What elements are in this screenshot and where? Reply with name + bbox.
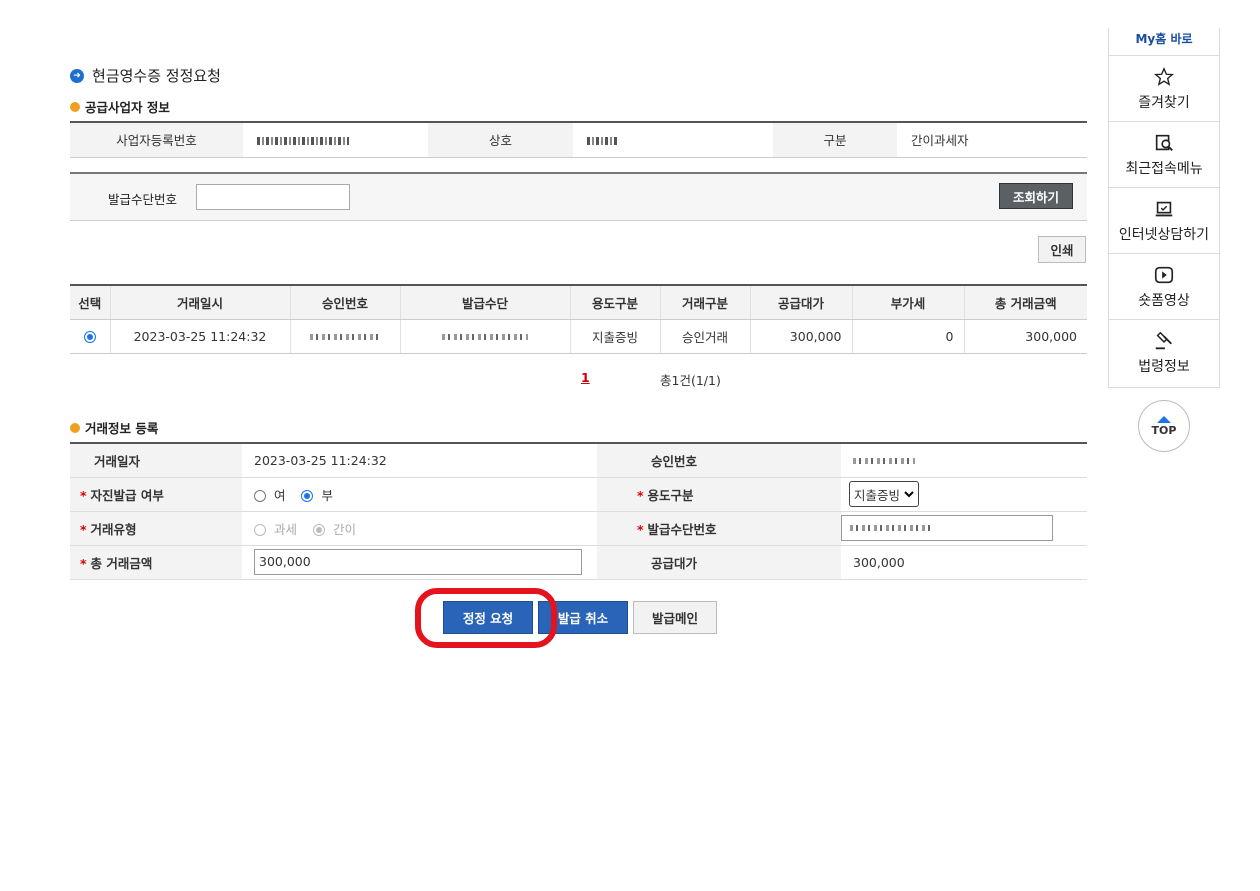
col-approval-no: 승인번호 <box>289 285 400 320</box>
trade-type-simple-radio[interactable] <box>312 524 325 536</box>
chevron-down-icon <box>904 491 914 498</box>
biz-no-value <box>243 122 428 158</box>
row-issue-method <box>399 319 570 354</box>
issue-no-label: * 발급수단번호 <box>597 511 841 546</box>
issue-main-button[interactable]: 발급메인 <box>633 601 717 634</box>
sidebar-item-online-consult[interactable]: 인터넷상담하기 <box>1109 188 1219 254</box>
company-name-value <box>573 122 773 158</box>
row-select-cell <box>70 319 110 354</box>
row-trade-type: 승인거래 <box>659 319 750 354</box>
issue-no-cell <box>841 511 1087 546</box>
highlight-annotation <box>415 588 557 648</box>
arrow-up-icon <box>1157 415 1171 423</box>
recent-menu-icon <box>1155 134 1173 151</box>
bullet-icon <box>70 422 80 433</box>
usage-select[interactable]: 지출증빙 <box>849 481 920 507</box>
page-summary: 총1건(1/1) <box>660 373 721 388</box>
total-amount-label: * 총 거래금액 <box>70 545 242 580</box>
transaction-list-table: 선택 거래일시 승인번호 발급수단 용도구분 거래구분 공급대가 부가세 총 거… <box>70 284 1087 354</box>
col-supply: 공급대가 <box>749 285 852 320</box>
page-link-1[interactable]: 1 <box>581 370 590 385</box>
row-datetime: 2023-03-25 11:24:32 <box>109 319 290 354</box>
sidebar-item-shortform[interactable]: 숏폼영상 <box>1109 254 1219 320</box>
trade-date-label: 거래일자 <box>70 443 242 478</box>
col-total: 총 거래금액 <box>963 285 1087 320</box>
laptop-icon <box>1155 201 1173 216</box>
search-button[interactable]: 조회하기 <box>999 183 1073 209</box>
row-total: 300,000 <box>963 319 1087 354</box>
page-title-text: 현금영수증 정정요청 <box>92 67 221 85</box>
col-datetime: 거래일시 <box>109 285 290 320</box>
bullet-icon <box>70 101 80 112</box>
usage-cell: 지출증빙 <box>841 477 1087 512</box>
trade-date-value: 2023-03-25 11:24:32 <box>242 443 597 478</box>
self-issue-no-label: 부 <box>321 487 333 503</box>
row-usage: 지출증빙 <box>569 319 660 354</box>
page-title: ➜ 현금영수증 정정요청 <box>70 65 221 86</box>
table-row: 2023-03-25 11:24:32 지출증빙 승인거래 300,000 0 … <box>70 319 1087 354</box>
biz-type-label: 구분 <box>773 122 897 158</box>
trade-section-title: 거래정보 등록 <box>70 418 158 437</box>
trade-info-form: 거래일자 2023-03-25 11:24:32 승인번호 * 자진발급 여부 여… <box>70 442 1087 580</box>
approval-no-value <box>841 443 1087 478</box>
scroll-top-button[interactable]: TOP <box>1138 400 1190 452</box>
sidebar-top-label[interactable]: My홈 바로 <box>1109 28 1219 56</box>
supplier-info-table: 사업자등록번호 상호 구분 간이과세자 <box>70 121 1087 158</box>
sidebar-item-recent-menu[interactable]: 최근접속메뉴 <box>1109 122 1219 188</box>
trade-type-tax-label: 과세 <box>273 521 297 537</box>
sidebar-item-favorites[interactable]: 즐겨찾기 <box>1109 56 1219 122</box>
self-issue-label: * 자진발급 여부 <box>70 477 242 512</box>
issue-no-search-input[interactable] <box>196 184 350 210</box>
self-issue-yes-radio[interactable] <box>254 490 266 502</box>
col-issue-method: 발급수단 <box>399 285 570 320</box>
print-button[interactable]: 인쇄 <box>1038 236 1086 263</box>
row-approval-no <box>289 319 400 354</box>
self-issue-options: 여 부 <box>242 477 597 512</box>
col-vat: 부가세 <box>851 285 964 320</box>
supply-amount-value: 300,000 <box>841 545 1087 580</box>
biz-type-value: 간이과세자 <box>897 122 1087 158</box>
company-name-label: 상호 <box>428 122 573 158</box>
play-icon <box>1154 266 1174 283</box>
sidebar-item-law-info[interactable]: 법령정보 <box>1109 320 1219 386</box>
approval-no-label: 승인번호 <box>597 443 841 478</box>
supplier-section-title: 공급사업자 정보 <box>70 97 170 116</box>
arrow-right-icon: ➜ <box>70 68 84 83</box>
row-select-radio[interactable] <box>83 331 96 343</box>
supply-amount-label: 공급대가 <box>597 545 841 580</box>
trade-type-simple-label: 간이 <box>332 521 356 537</box>
biz-no-label: 사업자등록번호 <box>70 122 243 158</box>
total-amount-input[interactable]: 300,000 <box>254 549 582 575</box>
row-vat: 0 <box>851 319 964 354</box>
usage-label: * 용도구분 <box>597 477 841 512</box>
col-usage: 용도구분 <box>569 285 660 320</box>
trade-type-options: 과세 간이 <box>242 511 597 546</box>
total-amount-cell: 300,000 <box>242 545 597 580</box>
search-box: 발급수단번호 <box>70 172 1087 221</box>
col-trade-type: 거래구분 <box>659 285 750 320</box>
self-issue-no-radio[interactable] <box>301 490 314 502</box>
trade-type-label: * 거래유형 <box>70 511 242 546</box>
issue-no-search-label: 발급수단번호 <box>108 192 178 207</box>
quick-menu-sidebar: My홈 바로 즐겨찾기 최근접속메뉴 인터넷상담하기 숏폼영상 법령정보 <box>1108 28 1220 388</box>
trade-type-tax-radio[interactable] <box>254 524 266 536</box>
col-select: 선택 <box>70 285 110 320</box>
row-supply: 300,000 <box>749 319 852 354</box>
star-icon <box>1153 66 1175 86</box>
issue-no-input[interactable] <box>841 515 1053 541</box>
self-issue-yes-label: 여 <box>273 487 286 503</box>
gavel-icon <box>1155 331 1172 350</box>
